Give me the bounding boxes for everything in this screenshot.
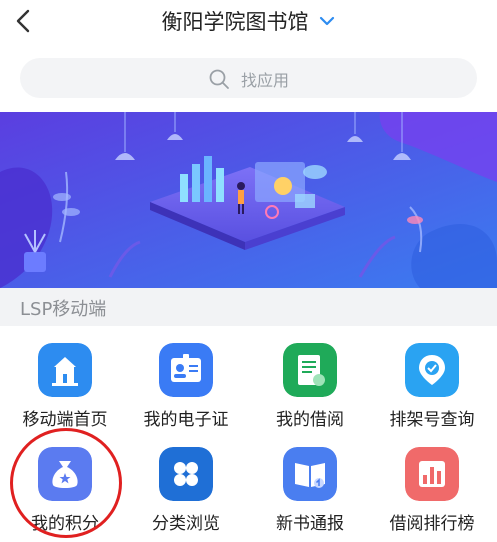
home-building-icon <box>38 343 92 397</box>
app-call-number-search[interactable]: 排架号查询 <box>370 343 494 430</box>
banner-illustration <box>0 112 497 288</box>
app-label: 我的电子证 <box>143 410 229 430</box>
title-wrap[interactable]: 衡阳学院图书馆 <box>0 6 497 36</box>
search-icon <box>209 69 229 89</box>
bar-chart-icon <box>405 447 459 501</box>
chevron-down-icon[interactable] <box>318 12 336 30</box>
search-bar[interactable]: 找应用 <box>20 58 477 98</box>
category-grid-icon <box>159 447 213 501</box>
app-label: 移动端首页 <box>22 410 108 430</box>
app-label: 我的借阅 <box>276 410 344 430</box>
section-header: LSP移动端 <box>0 288 497 326</box>
section-label: LSP移动端 <box>20 299 107 320</box>
highlight-circle <box>10 428 122 538</box>
app-label: 借阅排行榜 <box>389 514 475 534</box>
search-placeholder[interactable]: 找应用 <box>241 71 289 90</box>
open-book-icon <box>283 447 337 501</box>
promo-banner[interactable] <box>0 112 497 288</box>
app-label: 新书通报 <box>276 514 344 534</box>
location-pin-icon <box>405 343 459 397</box>
document-icon <box>283 343 337 397</box>
page-title[interactable]: 衡阳学院图书馆 <box>161 10 308 34</box>
app-new-books[interactable]: 新书通报 <box>248 447 372 534</box>
id-card-icon <box>159 343 213 397</box>
app-label: 分类浏览 <box>152 514 220 534</box>
top-bar: 衡阳学院图书馆 <box>0 0 497 46</box>
app-e-card[interactable]: 我的电子证 <box>124 343 248 430</box>
app-category-browse[interactable]: 分类浏览 <box>124 447 248 534</box>
app-borrow-ranking[interactable]: 借阅排行榜 <box>370 447 494 534</box>
app-mobile-home[interactable]: 移动端首页 <box>3 343 127 430</box>
app-label: 排架号查询 <box>389 410 475 430</box>
app-my-borrow[interactable]: 我的借阅 <box>248 343 372 430</box>
